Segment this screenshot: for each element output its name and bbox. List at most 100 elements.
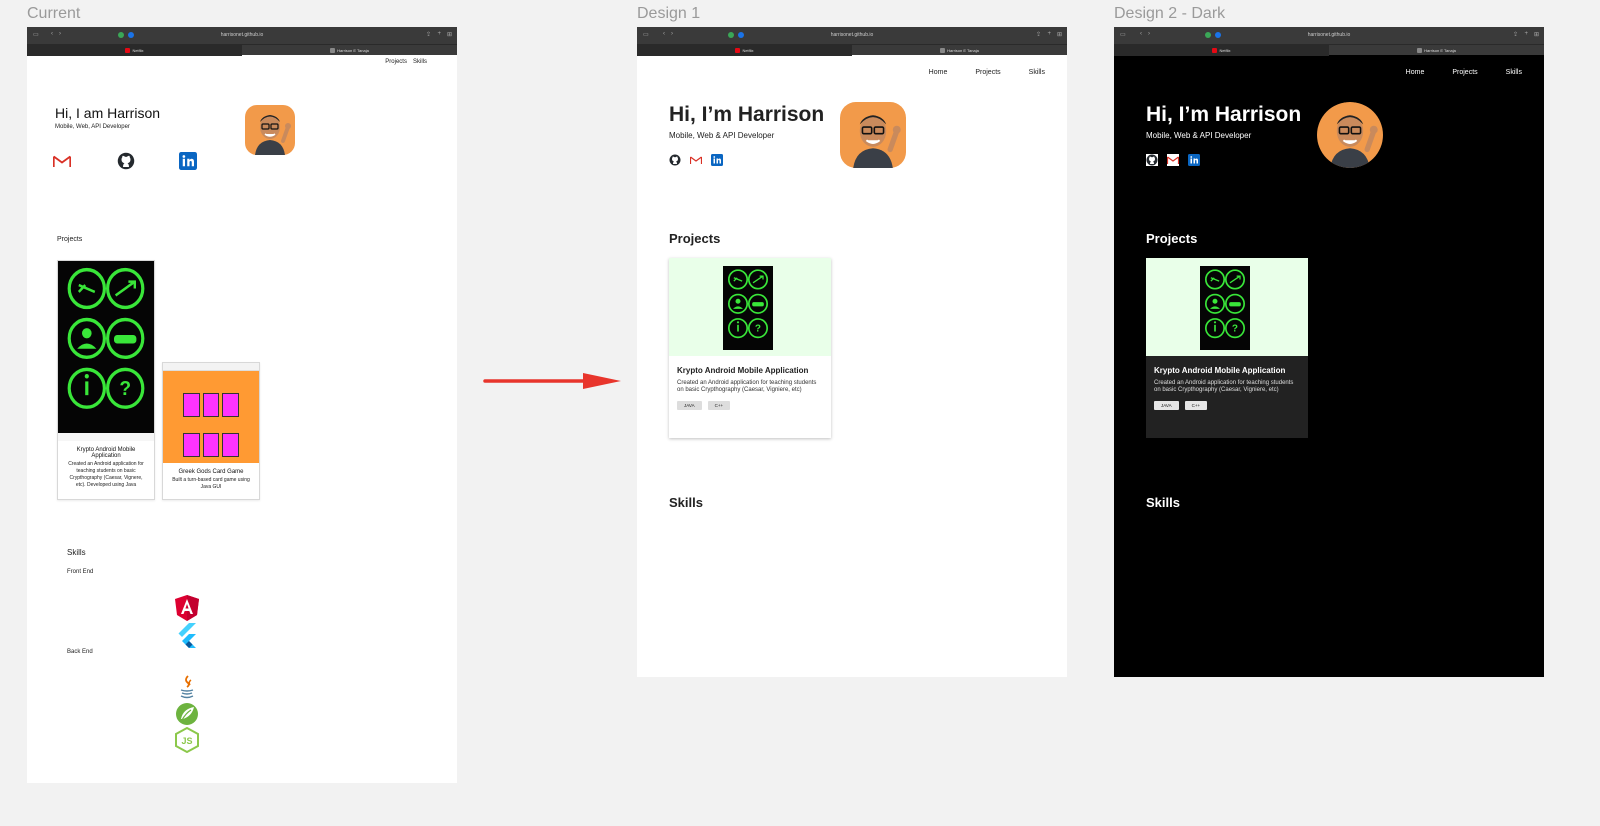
extension-icon[interactable]: [118, 32, 124, 38]
share-icon[interactable]: ⇪: [426, 31, 431, 38]
tabs-overview-icon[interactable]: ⊞: [1057, 31, 1062, 38]
browser-chrome: ▭ ‹ › harrisonet.github.io ⇪ + ⊞ Netflix…: [27, 27, 457, 56]
card-description: Created an Android application for teach…: [1154, 380, 1294, 393]
nav-projects[interactable]: Projects: [385, 59, 407, 65]
browser-chrome: ▭ ‹ › harrisonet.github.io ⇪ + ⊞ Netflix…: [637, 27, 1067, 56]
nav-home[interactable]: Home: [929, 69, 948, 76]
linkedin-icon[interactable]: [179, 152, 197, 170]
projects-heading: Projects: [57, 236, 83, 243]
nav-skills[interactable]: Skills: [413, 59, 427, 65]
browser-tab[interactable]: Netflix: [637, 45, 852, 56]
krypto-screenshot: [723, 266, 773, 350]
project-card[interactable]: Krypto Android Mobile Application Create…: [57, 260, 155, 500]
sidebar-toggle-icon[interactable]: ▭: [1120, 31, 1126, 38]
browser-tab[interactable]: Harrison E Tanaja: [852, 45, 1067, 56]
angular-icon: [175, 595, 199, 621]
nav-skills[interactable]: Skills: [1029, 69, 1045, 76]
address-bar[interactable]: harrisonet.github.io: [142, 31, 342, 40]
game-card: [183, 393, 200, 417]
card-description: Created an Android application for teach…: [68, 461, 144, 488]
tab-label: Netflix: [1219, 48, 1231, 53]
hero-subtitle: Mobile, Web & API Developer: [1146, 131, 1252, 140]
card-image: [1146, 258, 1308, 356]
github-icon[interactable]: [117, 152, 135, 170]
top-nav: Home Projects Skills: [929, 69, 1045, 76]
browser-tab[interactable]: Harrison E Tanaja: [242, 45, 457, 56]
tab-label: Harrison E Tanaja: [337, 48, 369, 53]
sidebar-toggle-icon[interactable]: ▭: [33, 31, 39, 38]
skills-heading: Skills: [1146, 495, 1180, 510]
tabs-overview-icon[interactable]: ⊞: [1534, 31, 1539, 38]
address-bar[interactable]: harrisonet.github.io: [1229, 31, 1429, 40]
tab-label: Netflix: [742, 48, 754, 53]
browser-tab[interactable]: Harrison E Tanaja: [1329, 45, 1544, 56]
game-card: [202, 433, 220, 457]
extension-icon[interactable]: [1205, 32, 1211, 38]
github-icon[interactable]: [669, 154, 681, 166]
project-card[interactable]: Krypto Android Mobile Application Create…: [669, 258, 831, 438]
new-tab-icon[interactable]: +: [437, 31, 441, 37]
card-tags: JAVA C++: [669, 394, 831, 410]
browser-tab[interactable]: Netflix: [27, 45, 242, 56]
card-tags: JAVA C++: [1146, 394, 1308, 410]
share-icon[interactable]: ⇪: [1036, 31, 1041, 38]
design2-frame: ▭ ‹ › harrisonet.github.io ⇪ + ⊞ Netflix…: [1114, 27, 1544, 677]
nav-projects[interactable]: Projects: [1452, 69, 1477, 76]
svg-text:JS: JS: [181, 736, 192, 746]
site-favicon-icon: [1417, 48, 1423, 53]
card-title: Krypto Android Mobile Application: [1154, 366, 1286, 375]
new-tab-icon[interactable]: +: [1047, 31, 1051, 37]
browser-tab[interactable]: Netflix: [1114, 45, 1329, 56]
new-tab-icon[interactable]: +: [1524, 31, 1528, 37]
tab-label: Harrison E Tanaja: [947, 48, 979, 53]
linkedin-icon[interactable]: [711, 154, 723, 166]
nav-projects[interactable]: Projects: [975, 69, 1000, 76]
extension-icon[interactable]: [128, 32, 134, 38]
back-end-label: Back End: [67, 649, 93, 655]
tabs-overview-icon[interactable]: ⊞: [447, 31, 452, 38]
nav-skills[interactable]: Skills: [1506, 69, 1522, 76]
site-favicon-icon: [330, 48, 336, 53]
netflix-favicon-icon: [735, 48, 741, 53]
design1-frame-label: Design 1: [637, 5, 701, 22]
card-title: Krypto Android Mobile Application: [76, 447, 136, 459]
projects-heading: Projects: [1146, 231, 1198, 246]
forward-icon[interactable]: ›: [1148, 31, 1150, 37]
github-icon[interactable]: [1146, 154, 1158, 166]
skills-heading: Skills: [669, 495, 703, 510]
arrow-icon: [483, 373, 621, 389]
nav-home[interactable]: Home: [1406, 69, 1425, 76]
card-image: [669, 258, 831, 356]
tag-java: JAVA: [677, 401, 702, 410]
extension-icon[interactable]: [728, 32, 734, 38]
card-row: [183, 433, 240, 457]
back-icon[interactable]: ‹: [663, 31, 665, 37]
front-end-label: Front End: [67, 569, 94, 575]
forward-icon[interactable]: ›: [59, 31, 61, 37]
address-bar[interactable]: harrisonet.github.io: [752, 31, 952, 40]
nodejs-icon: JS: [175, 727, 199, 753]
greek-gods-screenshot: [163, 371, 259, 463]
netflix-favicon-icon: [125, 48, 131, 53]
tag-cpp: C++: [707, 401, 731, 410]
hero-title: Hi, I am Harrison: [55, 105, 161, 121]
card-title: Greek Gods Card Game: [178, 469, 244, 475]
gmail-icon[interactable]: [1167, 154, 1179, 166]
extension-icon[interactable]: [1215, 32, 1221, 38]
game-card: [222, 393, 240, 417]
design2-frame-label: Design 2 - Dark: [1114, 5, 1226, 22]
linkedin-icon[interactable]: [1188, 154, 1200, 166]
project-card[interactable]: Krypto Android Mobile Application Create…: [1146, 258, 1308, 438]
extension-icon[interactable]: [738, 32, 744, 38]
forward-icon[interactable]: ›: [671, 31, 673, 37]
sidebar-toggle-icon[interactable]: ▭: [643, 31, 649, 38]
hero-title: Hi, I’m Harrison: [1146, 103, 1302, 126]
avatar: [245, 105, 295, 155]
gmail-icon[interactable]: [53, 152, 71, 170]
project-card[interactable]: Greek Gods Card Game Built a turn-based …: [162, 362, 260, 500]
back-icon[interactable]: ‹: [51, 31, 53, 37]
back-icon[interactable]: ‹: [1140, 31, 1142, 37]
share-icon[interactable]: ⇪: [1513, 31, 1518, 38]
java-icon: [180, 675, 194, 699]
gmail-icon[interactable]: [690, 154, 702, 166]
